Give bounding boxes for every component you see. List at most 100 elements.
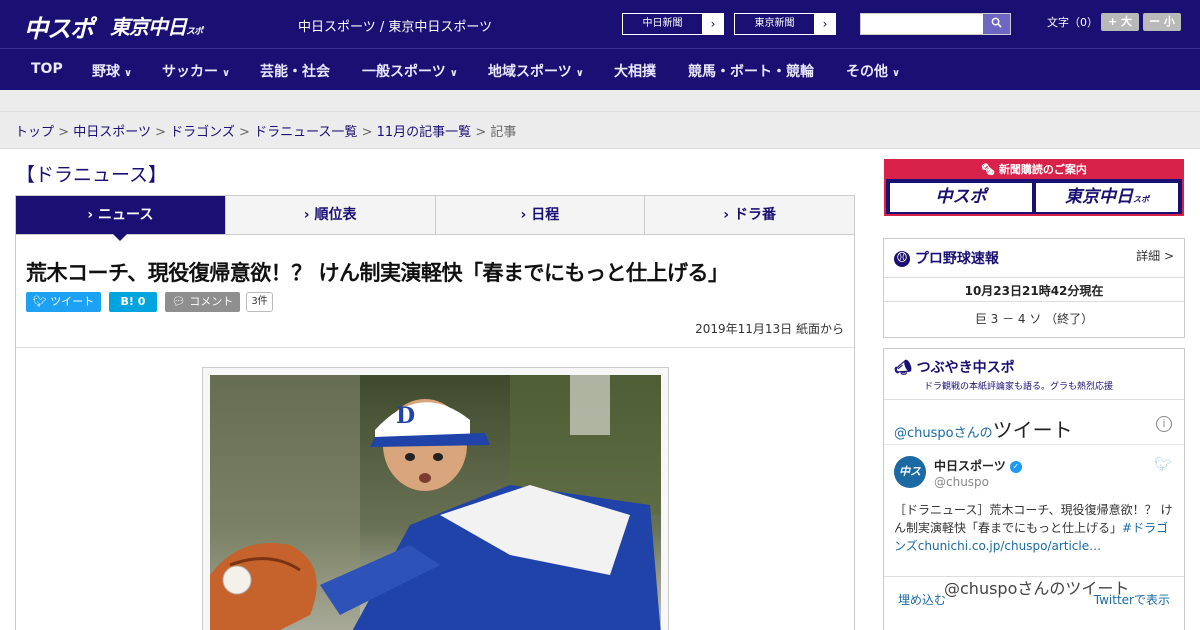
nav-item-label: 芸能・社会 (260, 64, 330, 80)
tab-bar: › ニュース › 順位表 › 日程 › ドラ番 (15, 195, 855, 241)
tweet-account-name-text: 中日スポーツ (934, 459, 1006, 473)
breadcrumb-separator: > (155, 125, 166, 140)
breadcrumb-separator: > (239, 125, 250, 140)
breadcrumb-separator: > (361, 125, 373, 140)
chevron-down-icon: ∨ (124, 68, 133, 79)
nav-item-local-sports[interactable]: 地域スポーツ ∨ (488, 61, 584, 81)
nav-item-label: その他 (846, 64, 888, 80)
breadcrumb: トップ > 中日スポーツ > ドラゴンズ > ドラニュース一覧 > 11月の記事… (15, 121, 516, 140)
chuspo-subscribe-button[interactable]: 中スポ (890, 183, 1032, 212)
tweet-item[interactable]: 中スポ 中日スポーツ ✓ @chuspo 🐦︎ ［ドラニュース］荒木コーチ、現役復… (884, 444, 1184, 576)
nav-item-baseball[interactable]: 野球 ∨ (92, 61, 132, 81)
chevron-down-icon: ∨ (449, 68, 458, 79)
chuspo-logo[interactable]: 中スポ (24, 9, 94, 44)
tweet-button[interactable]: 🐦︎ ツイート (26, 292, 101, 312)
twitter-box-subtitle: ドラ観戦の本紙評論家も語る。グラも熱烈応援 (924, 382, 1114, 392)
tab-label: ニュース (98, 207, 154, 223)
breadcrumb-separator: > (58, 125, 70, 140)
baseball-scores-title: ⚾︎ プロ野球速報 (894, 248, 999, 268)
newspaper-icon: 🗞︎ (981, 163, 999, 176)
chevron-right-icon: › (87, 207, 99, 223)
tokyo-chunichi-subscribe-small: スポ (1133, 195, 1149, 204)
tweet-account-handle[interactable]: @chuspo (934, 475, 989, 489)
baseball-scores-box: ⚾︎ プロ野球速報 詳細 > 10月23日21時42分現在 巨 3 － 4 ソ … (883, 238, 1185, 338)
scores-detail-link[interactable]: 詳細 > (1136, 247, 1174, 264)
article-photo[interactable]: D (210, 375, 661, 630)
twitter-box-title-text: つぶやき中スポ (916, 360, 1015, 376)
tweet-account-name[interactable]: 中日スポーツ ✓ (934, 457, 1022, 474)
tab-news[interactable]: › ニュース (16, 196, 226, 241)
chevron-right-icon: › (723, 207, 734, 223)
breadcrumb-link[interactable]: トップ (15, 125, 54, 140)
nav-item-label: 野球 (92, 64, 120, 80)
search-input[interactable] (861, 14, 983, 34)
avatar[interactable]: 中スポ (894, 456, 926, 510)
timeline-header-big: ツイート (992, 418, 1073, 442)
search-button[interactable] (983, 14, 1010, 34)
chevron-down-icon: ∨ (892, 68, 901, 79)
tab-dora-ban[interactable]: › ドラ番 (645, 196, 854, 234)
chevron-down-icon: ∨ (222, 68, 231, 79)
font-smaller-button[interactable]: ー 小 (1143, 13, 1181, 31)
comment-button[interactable]: 💬︎ コメント (165, 292, 240, 312)
chunichi-shimbun-label: 中日新聞 (623, 14, 703, 34)
score-game-row[interactable]: 巨 3 － 4 ソ （終了） (884, 301, 1184, 327)
nav-item-label: 大相撲 (614, 64, 656, 80)
search-box (860, 13, 1011, 35)
chevron-right-icon: › (710, 17, 716, 31)
main-nav: TOP 野球 ∨ サッカー ∨ 芸能・社会 一般スポーツ ∨ 地域スポーツ ∨ 大相撲 … (0, 48, 1200, 90)
breadcrumb-link[interactable]: ドラゴンズ (170, 125, 235, 140)
site-names: 中日スポーツ / 東京中日スポーツ (298, 20, 493, 35)
megaphone-icon: 📣︎ (894, 360, 917, 376)
nav-item-top[interactable]: TOP (31, 61, 63, 77)
embed-link[interactable]: 埋め込む (898, 591, 946, 608)
timeline-handle[interactable]: @chuspoさんの (894, 426, 993, 441)
player-photo-illustration: D (210, 375, 661, 630)
font-size-label: 文字（0） (1047, 16, 1098, 29)
nav-item-other[interactable]: その他 ∨ (846, 61, 900, 81)
subscription-banner-title-text: 新聞購読のご案内 (998, 163, 1087, 176)
article-headline: 荒木コーチ、現役復帰意欲！？ けん制実演軽快「春までにもっと仕上げる」 (26, 261, 729, 285)
tab-standings[interactable]: › 順位表 (226, 196, 436, 234)
nav-item-soccer[interactable]: サッカー ∨ (162, 61, 230, 81)
chunichi-shimbun-link[interactable]: 中日新聞 › (622, 13, 724, 35)
comment-count-badge: 3件 (246, 292, 273, 312)
nav-item-general-sports[interactable]: 一般スポーツ ∨ (362, 61, 458, 81)
comment-label: コメント (189, 295, 234, 308)
scores-timestamp: 10月23日21時42分現在 (884, 277, 1184, 299)
divider (16, 347, 854, 348)
article-dateline: 2019年11月13日 紙面から (695, 322, 844, 336)
chevron-right-icon: › (303, 207, 315, 223)
top-header: 中スポ 東京中日スポ 中日スポーツ / 東京中日スポーツ 中日新聞 › 東京新聞… (0, 0, 1200, 48)
twitter-timeline: @chuspoさんのツイート i 中スポ 中日スポーツ ✓ @chuspo 🐦︎ … (884, 399, 1184, 607)
nav-item-sumo[interactable]: 大相撲 (614, 61, 656, 81)
tokyo-shimbun-label: 東京新聞 (735, 14, 815, 34)
timeline-header: @chuspoさんのツイート (894, 414, 1073, 443)
subscription-banner[interactable]: 🗞︎ 新聞購読のご案内 中スポ 東京中日スポ (884, 159, 1184, 216)
twitter-bird-icon[interactable]: 🐦︎ (1154, 457, 1172, 473)
breadcrumb-link[interactable]: 中日スポーツ (73, 125, 151, 140)
info-icon[interactable]: i (1156, 416, 1172, 432)
tweet-text: ［ドラニュース］荒木コーチ、現役復帰意欲！？ けん制実演軽快「春までにもっと仕上… (894, 501, 1176, 555)
tokyo-shimbun-link[interactable]: 東京新聞 › (734, 13, 836, 35)
nav-item-entertainment[interactable]: 芸能・社会 (260, 61, 330, 81)
tweet-label: ツイート (50, 295, 95, 308)
tokyo-chunichi-logo[interactable]: 東京中日スポ (110, 11, 203, 40)
breadcrumb-link[interactable]: 11月の記事一覧 (377, 125, 472, 140)
tab-label: 順位表 (314, 207, 357, 223)
tab-label: ドラ番 (733, 207, 776, 223)
hatena-bookmark-button[interactable]: B! 0 (109, 292, 157, 312)
breadcrumb-link[interactable]: ドラニュース一覧 (254, 125, 357, 140)
font-larger-button[interactable]: + 大 (1101, 13, 1139, 31)
chevron-right-icon: › (822, 17, 828, 31)
nav-item-label: TOP (31, 61, 63, 77)
nav-item-racing[interactable]: 競馬・ボート・競輪 (688, 61, 814, 81)
breadcrumb-separator: > (475, 125, 487, 140)
nav-item-label: 地域スポーツ (488, 64, 572, 80)
nav-item-label: サッカー (162, 64, 218, 80)
tab-schedule[interactable]: › 日程 (436, 196, 646, 234)
tokyo-chunichi-subscribe-button[interactable]: 東京中日スポ (1036, 183, 1178, 212)
breadcrumb-current: 記事 (490, 125, 517, 140)
speech-bubble-icon: 💬︎ (171, 295, 190, 308)
section-title: 【ドラニュース】 (16, 164, 168, 186)
